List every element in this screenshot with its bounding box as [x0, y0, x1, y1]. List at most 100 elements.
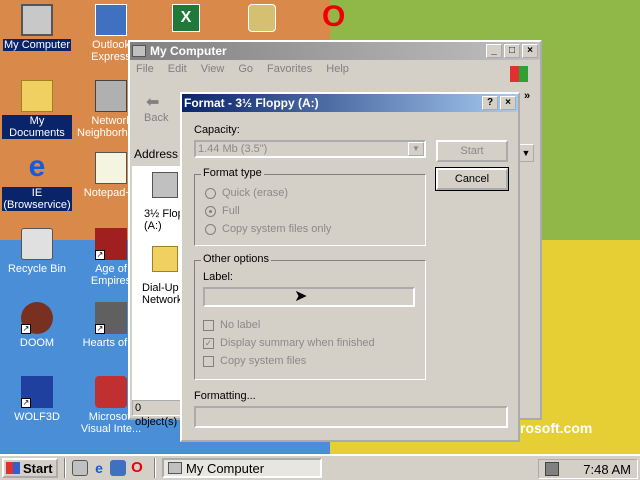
internet-explorer-icon[interactable]: e	[91, 460, 107, 476]
start-button[interactable]: Start	[436, 140, 508, 162]
back-button-label: Back	[144, 112, 169, 124]
desktop-icon-my-documents[interactable]: My Documents	[2, 80, 72, 139]
format-type-group: Format type Quick (erase) Full Copy syst…	[194, 167, 426, 246]
dial-up-networking-icon[interactable]	[152, 246, 178, 272]
checkbox-label: Copy system files	[220, 355, 307, 367]
help-button[interactable]: ?	[482, 96, 498, 110]
checkbox-label: Display summary when finished	[220, 337, 375, 349]
desktop-icon-label: My Computer	[2, 39, 72, 51]
windows-logo-icon	[510, 66, 528, 82]
formatting-label: Formatting...	[194, 390, 256, 402]
folder-icon	[21, 80, 53, 112]
desktop-icon-label: WOLF3D	[14, 411, 60, 423]
drive-label: 3½ Flop (A:)	[144, 208, 184, 232]
desktop-icon-label: My Documents	[2, 115, 72, 139]
maximize-button[interactable]: □	[504, 44, 520, 58]
menu-file[interactable]: File	[136, 63, 154, 75]
checkbox-display-summary[interactable]: ✓ Display summary when finished	[203, 337, 375, 349]
desktop-icon-label: DOOM	[19, 337, 55, 349]
address-dropdown-button[interactable]: ▼	[518, 144, 534, 162]
my-computer-titlebar[interactable]: My Computer _ □ ×	[130, 42, 540, 60]
computer-icon	[21, 4, 53, 36]
radio-label: Full	[222, 205, 240, 217]
radio-button-icon	[205, 187, 216, 199]
desktop-icon-recycle-bin[interactable]: Recycle Bin	[2, 228, 72, 275]
computer-icon	[168, 462, 182, 474]
format-type-title: Format type	[201, 167, 264, 179]
window-title: My Computer	[150, 44, 227, 58]
radio-button-icon	[205, 223, 216, 235]
start-label: Start	[23, 460, 53, 476]
computer-icon	[132, 45, 146, 57]
age-of-empires-icon: ↗	[95, 228, 127, 260]
opera-icon[interactable]: O	[129, 460, 145, 476]
mouse-cursor-icon: ➤	[294, 288, 308, 305]
tray-scheduler-icon[interactable]	[545, 462, 559, 476]
opera-icon[interactable]: O	[322, 2, 352, 34]
close-button[interactable]: ×	[500, 96, 516, 110]
radio-full[interactable]: Full	[205, 205, 240, 217]
floppy-drive-icon[interactable]	[152, 172, 178, 198]
cancel-button[interactable]: Cancel	[435, 167, 509, 191]
system-tray: 7:48 AM	[538, 459, 638, 479]
separator	[154, 458, 156, 478]
doom-icon: ↗	[21, 302, 53, 334]
checkbox-icon	[203, 355, 214, 367]
taskbar: Start e O My Computer 7:48 AM	[0, 454, 640, 480]
notepad-icon	[95, 152, 127, 184]
format-dialog-titlebar[interactable]: Format - 3½ Floppy (A:) ? ×	[182, 94, 518, 112]
outlook-icon	[95, 4, 127, 36]
desktop-icon-ie[interactable]: e IE (Browservice)	[2, 152, 72, 211]
radio-button-selected-icon	[205, 205, 216, 217]
outlook-express-2-icon[interactable]	[248, 4, 276, 32]
desktop-icon-label: IE (Browservice)	[2, 187, 72, 211]
label-input[interactable]	[203, 287, 415, 307]
format-progress-bar	[194, 406, 508, 428]
menu-view[interactable]: View	[201, 63, 225, 75]
other-options-title: Other options	[201, 253, 272, 265]
channels-icon[interactable]	[110, 460, 126, 476]
menu-edit[interactable]: Edit	[168, 63, 187, 75]
excel-icon[interactable]: X	[172, 4, 200, 32]
wolf3d-icon: ↗	[21, 376, 53, 408]
checkbox-no-label[interactable]: No label	[203, 319, 260, 331]
back-arrow-icon[interactable]: ⬅	[146, 92, 159, 112]
capacity-select[interactable]: 1.44 Mb (3.5")	[194, 140, 426, 158]
hearts-of-iron-icon: ↗	[95, 302, 127, 334]
desktop: rosoft.com X O My Computer My Documents …	[0, 0, 640, 454]
separator	[64, 458, 66, 478]
close-button[interactable]: ×	[522, 44, 538, 58]
desktop-icon-wolf3d[interactable]: ↗ WOLF3D	[2, 376, 72, 423]
visual-interdev-icon	[95, 376, 127, 408]
radio-label: Copy system files only	[222, 223, 332, 235]
menu-go[interactable]: Go	[238, 63, 253, 75]
radio-quick[interactable]: Quick (erase)	[205, 187, 288, 199]
minimize-button[interactable]: _	[486, 44, 502, 58]
radio-label: Quick (erase)	[222, 187, 289, 199]
menu-favorites[interactable]: Favorites	[267, 63, 312, 75]
capacity-label: Capacity:	[194, 124, 240, 136]
clock[interactable]: 7:48 AM	[583, 462, 631, 477]
desktop-icon-doom[interactable]: ↗ DOOM	[2, 302, 72, 349]
radio-copy-system-only[interactable]: Copy system files only	[205, 223, 331, 235]
menu-help[interactable]: Help	[326, 63, 349, 75]
label-field-label: Label:	[203, 271, 233, 283]
network-icon	[95, 80, 127, 112]
format-dialog[interactable]: Format - 3½ Floppy (A:) ? × Capacity: 1.…	[180, 92, 520, 442]
desktop-icon-label: Recycle Bin	[7, 263, 67, 275]
start-button[interactable]: Start	[2, 458, 58, 478]
checkbox-icon	[203, 319, 214, 331]
taskbar-my-computer[interactable]: My Computer	[162, 458, 322, 478]
dial-up-label: Dial-Up Network	[142, 282, 183, 306]
task-label: My Computer	[186, 460, 265, 476]
recycle-bin-icon	[21, 228, 53, 260]
internet-explorer-icon: e	[28, 150, 46, 183]
checkmark-icon: ✓	[203, 337, 214, 349]
toolbar-chevron-icon[interactable]: »	[524, 90, 530, 102]
show-desktop-icon[interactable]	[72, 460, 88, 476]
checkbox-copy-system-files[interactable]: Copy system files	[203, 355, 306, 367]
chevron-down-icon[interactable]: ▼	[408, 142, 424, 156]
checkbox-label: No label	[220, 319, 261, 331]
wallpaper-brand-text: rosoft.com	[520, 420, 593, 436]
desktop-icon-my-computer[interactable]: My Computer	[2, 4, 72, 51]
